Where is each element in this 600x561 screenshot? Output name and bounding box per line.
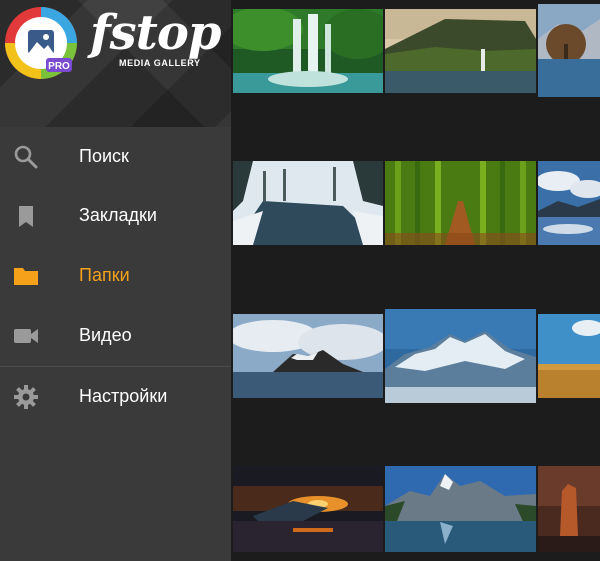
gear-icon: [14, 384, 38, 409]
photo-thumbnail[interactable]: [385, 466, 536, 552]
photo-thumbnail[interactable]: [385, 9, 536, 93]
photo-thumbnail[interactable]: [385, 161, 536, 245]
menu-item-label: Закладки: [79, 205, 157, 225]
folder-icon: [14, 267, 38, 285]
navigation-drawer: PRO fstop MEDIA GALLERY Поиск Закладки П…: [0, 0, 231, 561]
video-camera-icon: [14, 328, 38, 343]
brand-subtitle: MEDIA GALLERY: [119, 58, 201, 68]
photo-thumbnail[interactable]: [233, 466, 383, 552]
photo-thumbnail[interactable]: [233, 9, 383, 93]
search-icon: [14, 145, 38, 168]
photo-thumbnail[interactable]: [538, 466, 600, 552]
menu-item-folders[interactable]: Папки: [0, 245, 231, 306]
bookmark-icon: [19, 205, 33, 227]
menu-item-video[interactable]: Видео: [0, 306, 231, 365]
menu-item-bookmarks[interactable]: Закладки: [0, 186, 231, 245]
drawer-menu: Поиск Закладки Папки Видео Настройки: [0, 127, 231, 426]
photo-thumbnail[interactable]: [538, 314, 600, 398]
menu-item-search[interactable]: Поиск: [0, 127, 231, 186]
photo-thumbnail[interactable]: [385, 309, 536, 403]
menu-item-label: Поиск: [79, 146, 129, 166]
drawer-header: PRO fstop MEDIA GALLERY: [0, 0, 231, 127]
menu-item-label: Видео: [79, 325, 132, 345]
menu-item-settings[interactable]: Настройки: [0, 367, 231, 426]
photo-thumbnail[interactable]: [233, 314, 383, 398]
pro-badge: PRO: [48, 61, 70, 72]
photo-thumbnail[interactable]: [233, 161, 383, 245]
photo-thumbnail[interactable]: [538, 4, 600, 97]
brand-name: fstop: [90, 5, 221, 61]
menu-item-label: Настройки: [79, 386, 168, 406]
photo-thumbnail[interactable]: [538, 161, 600, 245]
app-logo-icon: PRO: [5, 7, 77, 79]
menu-item-label: Папки: [79, 265, 130, 285]
